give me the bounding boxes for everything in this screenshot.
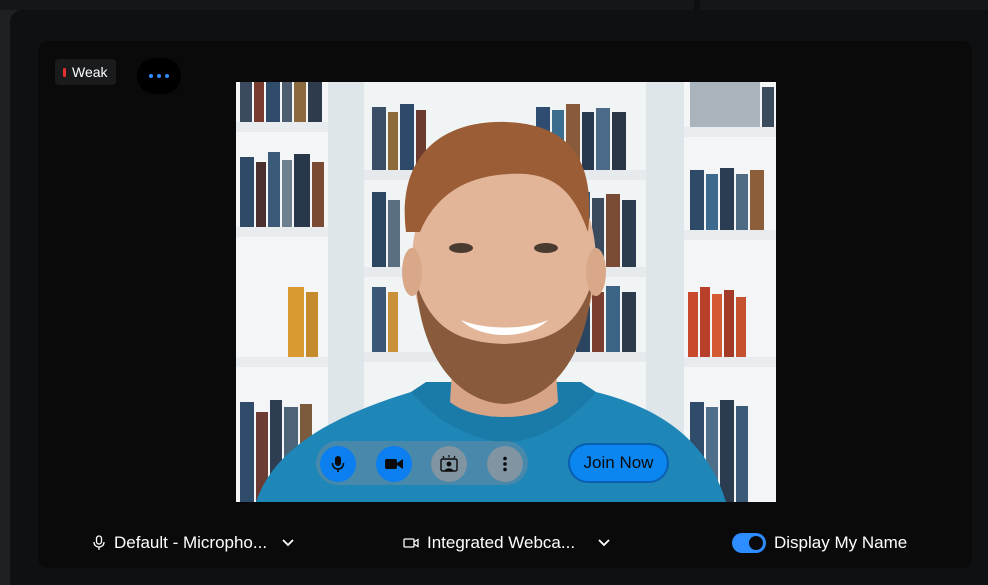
dot-icon [165, 74, 169, 78]
microphone-selector[interactable]: Default - Micropho... [92, 533, 295, 553]
more-options-button[interactable] [137, 58, 181, 94]
microphone-selector-label: Default - Micropho... [114, 533, 268, 552]
signal-indicator-icon [63, 67, 66, 77]
microphone-toggle-button[interactable] [320, 446, 356, 482]
virtual-background-button[interactable] [431, 446, 467, 482]
dot-icon [157, 74, 161, 78]
vertical-ellipsis-icon [503, 456, 507, 472]
microphone-icon [93, 535, 105, 550]
bookshelf-right [684, 82, 776, 502]
background-strip [0, 0, 988, 10]
video-camera-icon [385, 459, 403, 469]
camera-preview-image [236, 82, 776, 502]
camera-selector-label: Integrated Webca... [427, 533, 576, 552]
camera-selector[interactable]: Integrated Webca... [403, 533, 611, 553]
display-name-toggle[interactable] [732, 533, 766, 553]
microphone-icon [331, 456, 345, 472]
display-name-setting: Display My Name [732, 533, 907, 553]
video-camera-icon [403, 538, 419, 548]
virtual-background-icon [440, 455, 458, 472]
network-signal-badge: Weak [55, 59, 116, 85]
chevron-down-icon [282, 539, 294, 547]
signal-label: Weak [72, 64, 108, 80]
camera-toggle-button[interactable] [376, 446, 412, 482]
display-name-label: Display My Name [774, 533, 908, 552]
chevron-down-icon [598, 539, 610, 547]
camera-preview [236, 82, 776, 502]
join-now-button[interactable]: Join Now [568, 443, 669, 483]
preview-more-button[interactable] [487, 446, 523, 482]
dot-icon [149, 74, 153, 78]
